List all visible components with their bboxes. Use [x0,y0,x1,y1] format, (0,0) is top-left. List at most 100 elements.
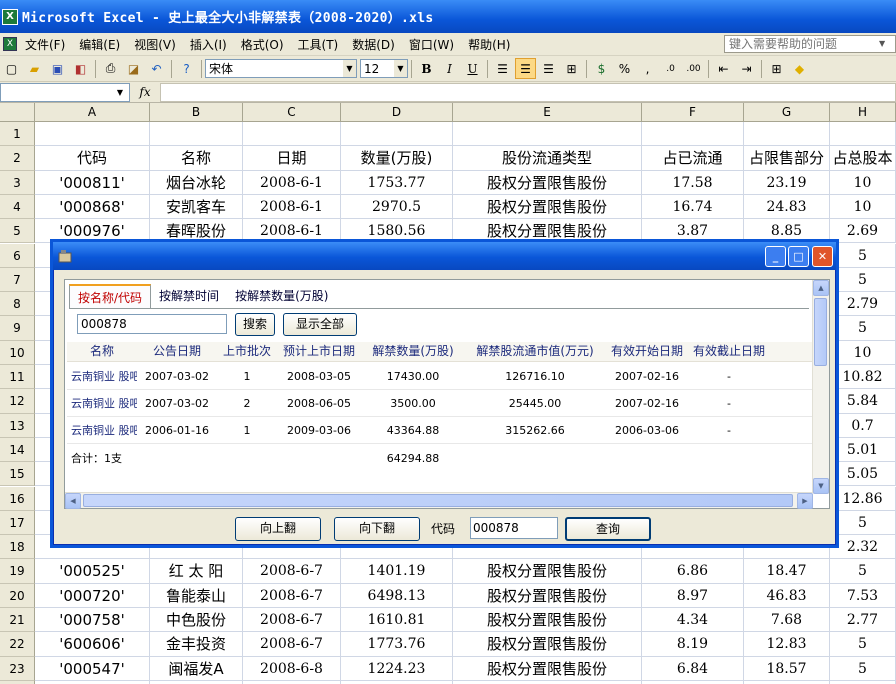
table-cell[interactable]: 安凯客车 [150,194,243,220]
menu-insert[interactable]: 插入(I) [183,36,234,53]
table-cell[interactable]: 1773.76 [341,632,453,657]
row-header[interactable]: 15 [0,462,35,487]
table-cell[interactable]: 1224.23 [341,656,453,681]
table-cell[interactable]: 12.83 [744,632,830,657]
table-cell[interactable]: 6.86 [642,559,744,584]
currency-icon[interactable]: $ [591,58,612,79]
header-cell[interactable]: 日期 [243,146,341,171]
font-combo[interactable]: 宋体 ▼ [205,59,357,78]
underline-icon[interactable]: U [462,58,483,79]
table-cell[interactable]: '000811' [35,170,150,195]
menu-tools[interactable]: 工具(T) [291,36,346,53]
row-header[interactable]: 7 [0,267,35,293]
table-cell[interactable]: 4.34 [642,608,744,633]
row-header[interactable]: 2 [0,146,35,171]
table-cell[interactable]: 5 [830,656,896,681]
percent-icon[interactable]: % [614,58,635,79]
row-header[interactable]: 12 [0,389,35,414]
page-down-button[interactable]: 向下翻 [334,517,420,541]
chevron-down-icon[interactable]: ▼ [343,60,356,77]
table-cell[interactable]: 股权分置限售股份 [453,194,642,220]
maximize-button[interactable]: □ [788,246,809,267]
row-header[interactable]: 10 [0,340,35,365]
list-item[interactable]: 云南铜业 股吧 2007-03-02 2 2008-06-05 3500.00 25445… [67,391,813,417]
table-cell[interactable]: 红 太 阳 [150,559,243,584]
column-header-c[interactable]: C [243,103,341,122]
table-cell[interactable]: 2008-6-1 [243,194,341,220]
table-cell[interactable]: 5 [830,316,896,341]
row-header[interactable]: 6 [0,243,35,268]
vertical-scrollbar[interactable]: ▲ ▼ [812,280,829,494]
table-cell[interactable]: 46.83 [744,583,830,608]
borders-icon[interactable]: ⊞ [766,58,787,79]
table-cell[interactable]: 1610.81 [341,608,453,633]
table-cell[interactable]: 2.69 [830,219,896,244]
help-dropdown-icon[interactable]: ▼ [879,36,885,52]
table-cell[interactable]: 5 [830,243,896,268]
column-header-g[interactable]: G [744,103,830,122]
table-cell[interactable]: 17.58 [642,170,744,195]
open-icon[interactable]: ▰ [24,58,45,79]
row-header[interactable]: 19 [0,559,35,584]
row-header[interactable]: 20 [0,583,35,608]
table-cell[interactable]: 24.83 [744,194,830,220]
column-header-h[interactable]: H [830,103,896,122]
table-cell[interactable]: 鲁能泰山 [150,583,243,608]
table-cell[interactable]: '000525' [35,559,150,584]
row-header[interactable]: 8 [0,292,35,317]
show-all-button[interactable]: 显示全部 [283,313,357,336]
align-right-icon[interactable]: ☰ [538,58,559,79]
row-header[interactable]: 11 [0,365,35,390]
table-cell[interactable]: 股权分置限售股份 [453,170,642,195]
table-cell[interactable]: 6.84 [642,656,744,681]
column-header-f[interactable]: F [642,103,744,122]
table-cell[interactable]: 5 [830,559,896,584]
table-cell[interactable]: 5.05 [830,462,896,487]
table-cell[interactable]: 股权分置限售股份 [453,632,642,657]
formula-input[interactable] [160,82,896,102]
table-cell[interactable]: '000868' [35,194,150,220]
table-cell[interactable]: 3.87 [642,219,744,244]
table-cell[interactable]: 2008-6-7 [243,632,341,657]
align-left-icon[interactable]: ☰ [492,58,513,79]
comma-icon[interactable]: , [637,58,658,79]
table-cell[interactable]: 中色股份 [150,608,243,633]
table-cell[interactable]: 2008-6-8 [243,656,341,681]
new-icon[interactable]: ▢ [1,58,22,79]
table-cell[interactable]: 18.57 [744,656,830,681]
menu-window[interactable]: 窗口(W) [402,36,461,53]
table-cell[interactable]: 2.79 [830,292,896,317]
table-cell[interactable]: 股权分置限售股份 [453,583,642,608]
table-cell[interactable]: 5 [830,267,896,293]
table-cell[interactable]: 1580.56 [341,219,453,244]
permission-icon[interactable]: ◧ [70,58,91,79]
row-header[interactable]: 14 [0,437,35,463]
table-cell[interactable]: 2008-6-7 [243,608,341,633]
fill-color-icon[interactable]: ◆ [789,58,810,79]
table-cell[interactable]: '000976' [35,219,150,244]
cell[interactable] [150,122,243,147]
table-cell[interactable]: 5.01 [830,437,896,463]
table-cell[interactable]: 闽福发A [150,656,243,681]
decrease-decimal-icon[interactable]: .00 [683,58,704,79]
column-header-d[interactable]: D [341,103,453,122]
table-cell[interactable]: 7.53 [830,583,896,608]
column-header-a[interactable]: A [35,103,150,122]
menu-data[interactable]: 数据(D) [345,36,402,53]
col-start-date[interactable]: 有效开始日期 [605,342,689,361]
row-header[interactable]: 18 [0,535,35,560]
cell[interactable] [744,122,830,147]
col-market-value[interactable]: 解禁股流通市值(万元) [465,342,605,361]
print-icon[interactable]: ⎙ [100,58,121,79]
paste-icon[interactable]: ◪ [123,58,144,79]
table-cell[interactable]: 2008-6-7 [243,559,341,584]
merge-center-icon[interactable]: ⊞ [561,58,582,79]
close-button[interactable]: ✕ [812,246,833,267]
tab-by-unlock-qty[interactable]: 按解禁数量(万股) [227,284,337,308]
help-box[interactable]: ▼ [724,35,896,53]
table-cell[interactable]: 烟台冰轮 [150,170,243,195]
name-box[interactable]: ▼ [0,82,130,102]
table-cell[interactable]: 6498.13 [341,583,453,608]
table-cell[interactable]: 12.86 [830,486,896,511]
select-all-corner[interactable] [0,103,35,122]
